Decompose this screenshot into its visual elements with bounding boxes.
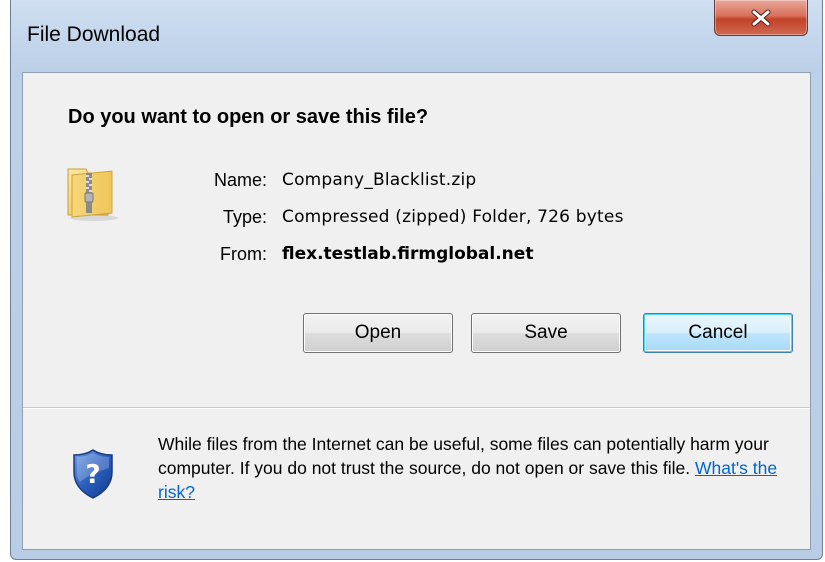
warning-message: While files from the Internet can be use… bbox=[158, 434, 769, 478]
save-button[interactable]: Save bbox=[471, 313, 621, 353]
security-warning-text: While files from the Internet can be use… bbox=[158, 432, 798, 504]
name-label: Name: bbox=[213, 170, 267, 190]
close-icon bbox=[751, 9, 771, 26]
file-name-value: Company_Blacklist.zip bbox=[282, 170, 477, 190]
security-shield-question-icon: ? bbox=[73, 449, 113, 499]
file-type-value: Compressed (zipped) Folder, 726 bytes bbox=[282, 207, 624, 227]
window-title: File Download bbox=[27, 23, 161, 46]
from-label: From: bbox=[220, 244, 267, 264]
cancel-button[interactable]: Cancel bbox=[643, 313, 793, 353]
dialog-question: Do you want to open or save this file? bbox=[68, 106, 429, 128]
title-bar[interactable]: File Download bbox=[11, 0, 822, 72]
dialog-client-area: Do you want to open or save this file? N… bbox=[22, 72, 811, 550]
zipped-folder-icon bbox=[67, 168, 118, 221]
close-button[interactable] bbox=[714, 0, 808, 36]
open-button[interactable]: Open bbox=[303, 313, 453, 353]
type-label: Type: bbox=[222, 207, 267, 227]
file-info-panel: Do you want to open or save this file? N… bbox=[23, 73, 810, 407]
svg-text:?: ? bbox=[85, 460, 100, 490]
file-source-value: flex.testlab.firmglobal.net bbox=[282, 244, 534, 264]
file-download-dialog: File Download Do you want to open or sav… bbox=[10, 0, 823, 560]
security-warning-panel: ? While files from the Internet can be u… bbox=[23, 408, 810, 549]
